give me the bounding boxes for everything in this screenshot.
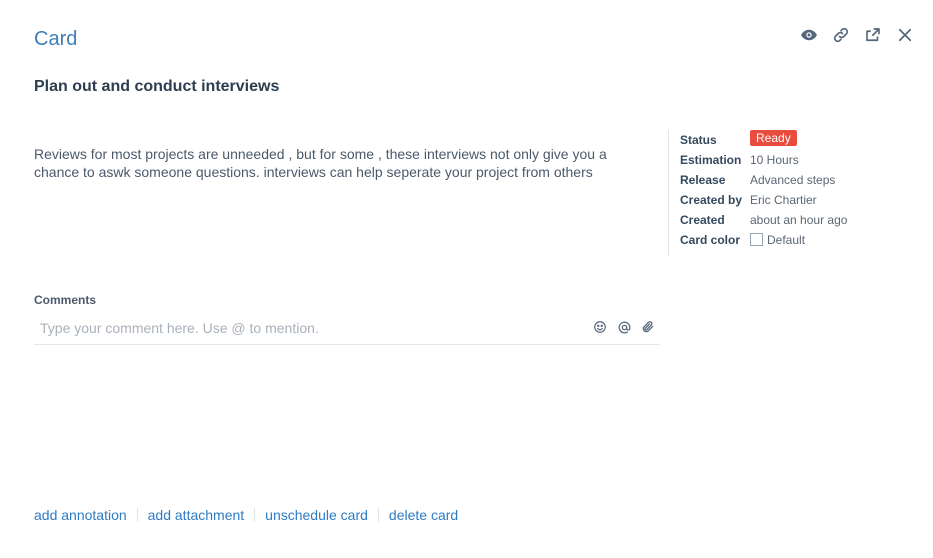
created-by-value: Eric Chartier [750,193,817,207]
comments-label: Comments [34,293,97,307]
color-swatch-icon [750,233,763,246]
add-annotation-link[interactable]: add annotation [34,507,127,523]
release-label: Release [680,173,726,187]
created-row: Created about an hour ago [680,210,920,230]
card-color-row: Card color Default [680,230,920,250]
unschedule-card-link[interactable]: unschedule card [265,507,368,523]
card-description[interactable]: Reviews for most projects are unneeded ,… [34,145,634,181]
status-label: Status [680,133,717,147]
link-icon[interactable] [831,25,851,45]
delete-card-link[interactable]: delete card [389,507,458,523]
add-attachment-link[interactable]: add attachment [148,507,245,523]
card-actions: add annotation add attachment unschedule… [34,507,458,523]
card-color-value: Default [767,233,806,247]
estimation-row: Estimation 10 Hours [680,150,920,170]
release-value[interactable]: Advanced steps [750,173,835,187]
created-by-label: Created by [680,193,743,207]
paperclip-icon[interactable] [640,319,656,335]
page-title: Card [34,28,78,50]
comment-input[interactable] [34,316,586,340]
created-value: about an hour ago [750,213,848,227]
release-row: Release Advanced steps [680,170,920,190]
card-properties: Status Ready Estimation 10 Hours Release… [668,130,920,256]
eye-icon[interactable] [799,25,819,45]
card-color-label: Card color [680,233,741,247]
estimation-label: Estimation [680,153,742,167]
divider [377,508,379,522]
comment-box [34,316,660,345]
estimation-value[interactable]: 10 Hours [750,153,799,167]
divider [136,508,138,522]
emoji-icon[interactable] [592,319,608,335]
share-icon[interactable] [863,25,883,45]
comment-tools [592,319,656,335]
header-actions [799,25,915,45]
card-title[interactable]: Plan out and conduct interviews [34,78,279,96]
created-by-row: Created by Eric Chartier [680,190,920,210]
divider [254,508,256,522]
created-label: Created [680,213,725,227]
status-badge[interactable]: Ready [750,130,797,146]
card-color-picker[interactable]: Default [750,233,805,247]
close-icon[interactable] [895,25,915,45]
status-row: Status Ready [680,130,920,150]
mention-icon[interactable] [616,319,632,335]
